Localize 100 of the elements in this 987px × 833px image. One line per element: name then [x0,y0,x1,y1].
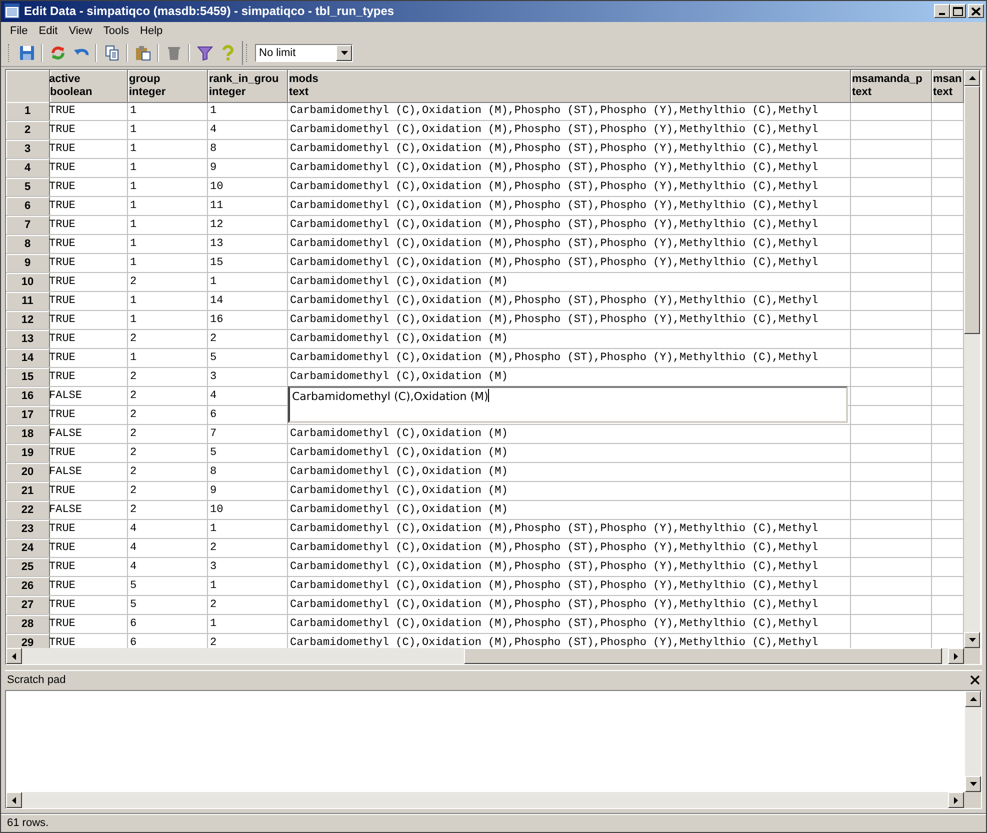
table-cell-text: 11 [209,199,224,214]
row-header[interactable]: 22 [6,501,50,520]
table-cell-text: TRUE [49,636,76,648]
row-header[interactable]: 25 [6,558,50,576]
table-cell-text: Carbamidomethyl (C),Oxidation (M) [289,370,509,386]
vertical-scrollbar[interactable] [964,70,980,648]
maximize-icon [953,6,963,16]
close-button[interactable] [968,4,984,18]
table-cell-text: 4 [209,123,218,138]
table-cell-text: 2 [129,446,138,462]
column-header[interactable]: mods text [288,70,851,104]
row-header[interactable]: 29 [6,634,50,648]
row-header[interactable]: 24 [6,539,50,558]
row-header[interactable]: 20 [6,463,50,482]
menu-item[interactable]: Tools [98,25,136,38]
row-header[interactable]: 4 [6,159,50,178]
table-cell-text: 5 [129,579,138,594]
table-cell-text: 8 [209,142,218,158]
table-cell-text: Carbamidomethyl (C),Oxidation (M),Phospho (ST),Phospho (Y),Methylthio (C),Methyl [289,560,820,576]
table-cell-text: Carbamidomethyl (C),Oxidation (M),Phospho (ST),Phospho (Y),Methylthio (C),Methyl [289,522,820,538]
table-cell-text: TRUE [49,579,76,594]
refresh-icon [50,45,66,62]
close-button[interactable] [968,675,982,686]
table-cell-text: TRUE [49,560,76,576]
row-header[interactable]: 27 [6,596,50,614]
caret-icon [340,51,348,56]
table-cell-text: 2 [129,389,138,404]
row-header[interactable]: 23 [6,520,50,538]
down-arrow-icon[interactable] [970,782,976,786]
cell-editor[interactable]: Carbamidomethyl (C),Oxidation (M) [288,386,848,424]
save-icon [18,45,34,62]
row-header[interactable]: 18 [6,425,50,444]
row-header[interactable]: 16 [6,387,50,406]
column-header[interactable]: group integer [128,70,208,104]
row-header[interactable]: 9 [6,254,50,272]
table-cell-text: 6 [129,617,138,632]
row-header[interactable]: 6 [6,197,50,216]
table-cell-text: 1 [209,275,218,290]
table-cell-text: TRUE [49,237,76,252]
table-cell-text: 4 [209,389,218,404]
row-header[interactable]: 3 [6,140,50,158]
left-arrow-icon[interactable] [12,796,16,804]
close-icon [971,6,981,16]
row-header[interactable]: 28 [6,615,50,634]
column-header[interactable]: rank_in_grou integer [208,70,288,104]
horizontal-scrollbar[interactable] [6,792,964,808]
table-cell-text: 1 [129,351,138,366]
table-cell-text: 1 [209,522,218,538]
table-cell-text: 12 [209,218,224,234]
minimize-button[interactable] [934,4,950,18]
right-arrow-icon[interactable] [954,796,958,804]
table-cell-text: 1 [129,256,138,272]
vertical-scrollbar[interactable] [965,691,981,792]
row-header[interactable]: 8 [6,235,50,254]
row-header[interactable]: 17 [6,406,50,424]
right-arrow-icon[interactable] [954,652,958,660]
menu-item[interactable]: Help [135,25,169,38]
table-cell-text: 4 [129,522,138,538]
table-cell-text: Carbamidomethyl (C),Oxidation (M) [289,465,509,480]
row-header[interactable]: 21 [6,482,50,500]
horizontal-scrollbar[interactable] [6,648,964,664]
row-header[interactable]: 5 [6,178,50,196]
row-header[interactable]: 14 [6,349,50,368]
table-cell-text: 1 [129,313,138,328]
row-header[interactable]: 1 [6,102,50,120]
close-icon [970,675,980,686]
maximize-button[interactable] [950,4,966,18]
menu-item[interactable]: Edit [34,25,64,38]
limit-dropdown[interactable]: No limit [255,44,353,62]
column-header[interactable]: msamanda_p text [851,70,932,104]
row-header[interactable]: 11 [6,292,50,310]
row-header[interactable]: 19 [6,444,50,462]
table-cell-text: 1 [129,237,138,252]
table-cell-text: 13 [209,237,224,252]
filter-icon [196,45,212,62]
table-cell-text: Carbamidomethyl (C),Oxidation (M) [289,446,509,462]
table-cell-text: Carbamidomethyl (C),Oxidation (M),Phospho (ST),Phospho (Y),Methylthio (C),Methyl [289,617,820,632]
row-header[interactable]: 10 [6,273,50,292]
column-header[interactable]: active boolean [50,70,128,104]
table-cell-text: 15 [209,256,224,272]
row-header[interactable]: 12 [6,311,50,330]
row-header[interactable]: 15 [6,368,50,386]
menu-item[interactable]: File [5,25,34,38]
help-icon [220,45,236,62]
column-header[interactable]: msan text [932,70,964,104]
row-header[interactable]: 13 [6,330,50,348]
table-cell-text: 2 [129,427,138,442]
menu-item[interactable]: View [64,25,98,38]
down-arrow-icon[interactable] [968,638,976,642]
row-header[interactable]: 7 [6,216,50,234]
left-arrow-icon[interactable] [12,652,16,660]
row-header[interactable]: 26 [6,577,50,596]
table-cell-text: 16 [209,313,224,328]
table-cell-text: TRUE [49,408,76,424]
up-arrow-icon[interactable] [970,697,976,702]
table-cell-text: TRUE [49,294,76,310]
up-arrow-icon[interactable] [968,76,976,80]
table-cell-text: 2 [129,332,138,348]
row-header[interactable]: 2 [6,121,50,140]
status-text: 61 rows. [7,817,49,830]
